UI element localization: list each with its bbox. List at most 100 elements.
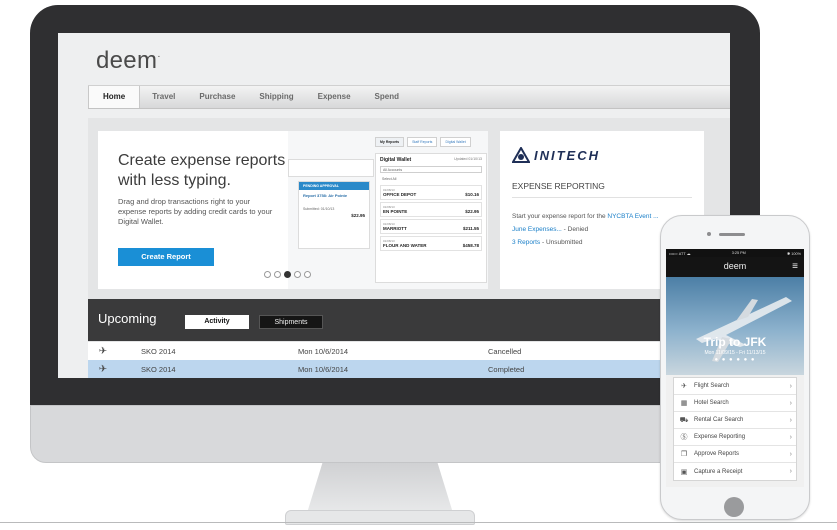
monitor-screen: deem· Home Travel Purchase Shipping Expe…: [58, 33, 730, 378]
mock-tab-my-reports: My Reports: [375, 137, 405, 147]
plane-icon: ✈: [681, 383, 687, 390]
main-nav: Home Travel Purchase Shipping Expense Sp…: [88, 85, 730, 109]
menu-rental-car-search[interactable]: ⛟ Rental Car Search ›: [674, 412, 796, 429]
nav-travel[interactable]: Travel: [140, 86, 187, 108]
nav-spend[interactable]: Spend: [363, 86, 411, 108]
car-icon: ⛟: [679, 416, 689, 424]
initech-line-reports: 3 Reports - Unsubmitted: [512, 239, 582, 246]
monitor-stand-neck: [306, 463, 454, 515]
upcoming-header: Upcoming Activity Shipments: [88, 299, 730, 341]
carousel-dot[interactable]: [274, 271, 281, 278]
mock-strip: [288, 159, 374, 177]
trip-date: Mon 10/6/2014: [298, 364, 349, 374]
phone-menu-list: ✈ Flight Search › ▦ Hotel Search › ⛟ Ren…: [673, 377, 797, 481]
initech-line-june: June Expenses... - Denied: [512, 226, 588, 233]
phone-status-bar: •••••○ ATT ☁ 3:25 PM ✱ 100%: [666, 249, 804, 257]
phone-camera: [707, 232, 711, 236]
wallet-updated: Updated 01/10/13: [454, 157, 482, 161]
pending-label: PENDING APPROVAL: [299, 182, 369, 190]
trip-status: Completed: [488, 364, 525, 374]
menu-hotel-search[interactable]: ▦ Hotel Search ›: [674, 395, 796, 412]
deem-logo[interactable]: deem·: [96, 47, 161, 75]
trip-carousel-dots: ● ● ● ● ● ●: [714, 357, 756, 363]
event-link[interactable]: NYCBTA Event ...: [607, 213, 658, 220]
reports-status: - Unsubmitted: [540, 239, 583, 246]
chevron-right-icon: ›: [789, 468, 792, 475]
trip-dates: Mon 11/09/15 - Fri 11/13/15: [704, 350, 766, 356]
status-time: 3:25 PM: [731, 251, 746, 255]
menu-label: Rental Car Search: [694, 417, 744, 423]
pending-submitted: Submitted: 01/10/13: [303, 207, 335, 211]
monitor-chin: [30, 405, 760, 463]
menu-label: Hotel Search: [694, 400, 729, 406]
wallet-transaction: 01/08/13 EN POINTE $22.95: [380, 202, 482, 217]
phone-device: •••••○ ATT ☁ 3:25 PM ✱ 100% deem ≡ Trip …: [660, 215, 810, 520]
wallet-transaction: 01/08/13 MARRIOTT $211.55: [380, 219, 482, 234]
pending-report: Report 3758: Air Pointe: [303, 193, 348, 198]
table-row[interactable]: ✈ SKO 2014 Mon 10/6/2014 Cancelled: [88, 342, 730, 360]
nav-purchase[interactable]: Purchase: [187, 86, 247, 108]
menu-expense-reporting[interactable]: Ⓢ Expense Reporting ›: [674, 429, 796, 446]
tab-shipments[interactable]: Shipments: [259, 315, 323, 329]
hotel-icon: ▦: [680, 400, 688, 407]
event-prefix: Start your expense report for the: [512, 213, 608, 220]
hero-title: Create expense reports with less typing.: [118, 152, 286, 189]
menu-flight-search[interactable]: ✈ Flight Search ›: [674, 378, 796, 395]
battery-status: ✱ 100%: [787, 251, 801, 256]
create-report-button[interactable]: Create Report: [118, 248, 214, 266]
txn-amount: $22.95: [465, 209, 479, 214]
table-row-selected[interactable]: ✈ SKO 2014 Mon 10/6/2014 Completed: [88, 360, 730, 378]
mock-tab-staff-reports: Staff Reports: [407, 137, 438, 147]
wallet-title-text: Digital Wallet: [380, 157, 412, 163]
june-expenses-link[interactable]: June Expenses...: [512, 226, 562, 233]
tab-activity[interactable]: Activity: [185, 315, 249, 329]
june-status: - Denied: [561, 226, 589, 233]
carousel-dot[interactable]: [294, 271, 301, 278]
menu-label: Approve Reports: [694, 451, 740, 457]
mock-tab-digital-wallet: Digital Wallet: [440, 137, 471, 147]
three-reports-link[interactable]: 3 Reports: [512, 239, 540, 246]
chevron-right-icon: ›: [789, 416, 792, 424]
trip-title: Trip to JFK: [703, 335, 767, 349]
txn-amount: $10.16: [465, 192, 479, 197]
txn-merchant: OFFICE DEPOT: [383, 192, 417, 197]
wallet-accounts-select: All Accounts: [380, 166, 482, 173]
plane-icon: ✈: [98, 363, 108, 375]
expense-reporting-heading: EXPENSE REPORTING: [512, 181, 692, 198]
menu-approve-reports[interactable]: ❐ Approve Reports ›: [674, 446, 796, 463]
hamburger-menu-icon[interactable]: ≡: [792, 262, 798, 272]
txn-amount: $211.55: [462, 226, 479, 231]
phone-deem-logo[interactable]: deem: [666, 261, 804, 271]
phone-home-button[interactable]: [724, 497, 744, 517]
trip-name: SKO 2014: [141, 346, 176, 356]
carrier-signal: •••••○ ATT ☁: [669, 251, 691, 256]
menu-label: Flight Search: [694, 383, 730, 389]
phone-screen: •••••○ ATT ☁ 3:25 PM ✱ 100% deem ≡ Trip …: [666, 249, 804, 487]
carousel-dot[interactable]: [304, 271, 311, 278]
document-icon: ❐: [680, 451, 688, 458]
nav-shipping[interactable]: Shipping: [247, 86, 305, 108]
wallet-title: Digital Wallet Updated 01/10/13: [376, 154, 486, 166]
txn-merchant: MARRIOTT: [383, 226, 407, 231]
wallet-select-all: Select All: [382, 177, 397, 181]
chevron-right-icon: ›: [789, 399, 792, 407]
initech-emblem-icon: [512, 147, 530, 163]
mock-tabs: My Reports Staff Reports Digital Wallet: [375, 137, 471, 147]
menu-label: Expense Reporting: [694, 434, 746, 440]
nav-expense[interactable]: Expense: [306, 86, 363, 108]
chevron-right-icon: ›: [789, 382, 792, 390]
hero-description: Drag and drop transactions right to your…: [118, 197, 273, 226]
floor-line: [0, 522, 837, 523]
txn-merchant: EN POINTE: [383, 209, 408, 214]
initech-name: INITECH: [534, 147, 600, 163]
menu-capture-receipt[interactable]: ▣ Capture a Receipt ›: [674, 463, 796, 480]
carousel-dot[interactable]: [264, 271, 271, 278]
mock-pending-card: PENDING APPROVAL Report 3758: Air Pointe…: [298, 181, 370, 249]
chevron-right-icon: ›: [789, 433, 792, 441]
hero-screenshot-mock: My Reports Staff Reports Digital Wallet …: [288, 131, 488, 289]
carousel-dot-active[interactable]: [284, 271, 291, 278]
wallet-transaction: 01/08/13 OFFICE DEPOT $10.16: [380, 185, 482, 200]
nav-home[interactable]: Home: [88, 86, 141, 108]
upcoming-section: Upcoming Activity Shipments ✈ SKO 2014 M…: [88, 299, 730, 378]
trip-hero[interactable]: Trip to JFK Mon 11/09/15 - Fri 11/13/15 …: [666, 277, 804, 375]
